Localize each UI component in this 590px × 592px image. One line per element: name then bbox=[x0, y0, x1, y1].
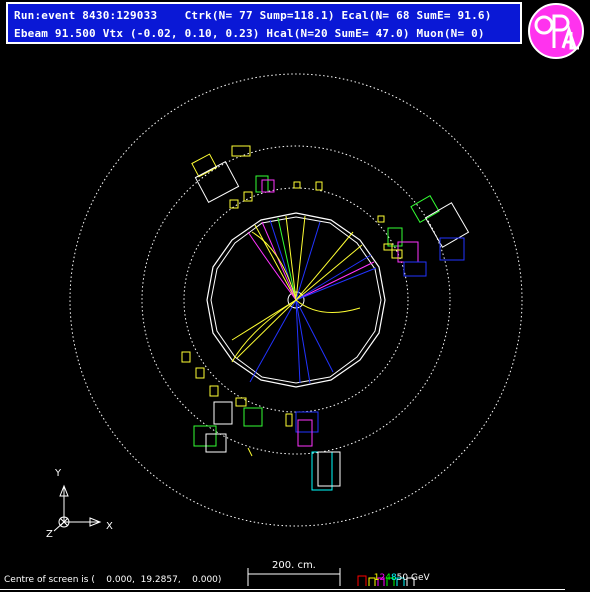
opal-logo bbox=[528, 3, 584, 59]
energy-unit: GeV bbox=[411, 573, 430, 583]
scale-label: 200. cm. bbox=[272, 560, 316, 571]
cluster bbox=[229, 199, 239, 209]
calorimeter-clusters bbox=[181, 145, 470, 491]
cluster bbox=[424, 202, 470, 248]
cluster bbox=[209, 385, 219, 397]
axis-z-label: Z bbox=[46, 529, 53, 540]
cluster bbox=[317, 451, 341, 487]
cluster bbox=[213, 401, 233, 425]
axis-y-label: Y bbox=[55, 468, 62, 479]
track bbox=[295, 299, 334, 373]
track bbox=[295, 267, 377, 301]
track bbox=[249, 299, 297, 383]
cluster bbox=[194, 160, 240, 204]
cluster bbox=[377, 215, 385, 223]
cluster bbox=[315, 181, 323, 191]
cluster bbox=[297, 419, 313, 447]
event-display bbox=[53, 73, 523, 586]
energy-legend: 124850 GeV bbox=[368, 563, 430, 583]
track bbox=[295, 299, 361, 313]
axes-indicator bbox=[53, 484, 102, 532]
cluster bbox=[403, 261, 427, 277]
track bbox=[295, 215, 306, 301]
axis-x-label: X bbox=[106, 521, 113, 532]
cluster bbox=[387, 227, 403, 247]
energy-value: 50 bbox=[396, 573, 409, 583]
cluster bbox=[243, 191, 253, 202]
run-info-line: Run:event 8430:129033 Ctrk(N= 77 Sump=11… bbox=[14, 9, 492, 22]
cluster bbox=[231, 145, 251, 157]
cluster bbox=[311, 451, 333, 491]
cluster bbox=[293, 181, 301, 189]
centre-of-screen-text: Centre of screen is ( 0.000, 19.2857, 0.… bbox=[4, 575, 222, 585]
track bbox=[295, 231, 354, 301]
cluster bbox=[285, 413, 293, 427]
bottom-divider bbox=[0, 589, 565, 590]
cluster bbox=[181, 351, 191, 363]
cluster bbox=[243, 407, 263, 427]
cluster bbox=[193, 425, 217, 447]
cluster bbox=[397, 241, 419, 263]
cluster bbox=[410, 195, 440, 223]
cluster bbox=[247, 447, 253, 457]
event-info-panel: Run:event 8430:129033 Ctrk(N= 77 Sump=11… bbox=[6, 2, 522, 44]
track bbox=[236, 299, 297, 359]
cluster bbox=[295, 411, 319, 433]
cluster bbox=[195, 367, 205, 379]
beam-info-line: Ebeam 91.500 Vtx (-0.02, 0.10, 0.23) Hca… bbox=[14, 27, 485, 40]
